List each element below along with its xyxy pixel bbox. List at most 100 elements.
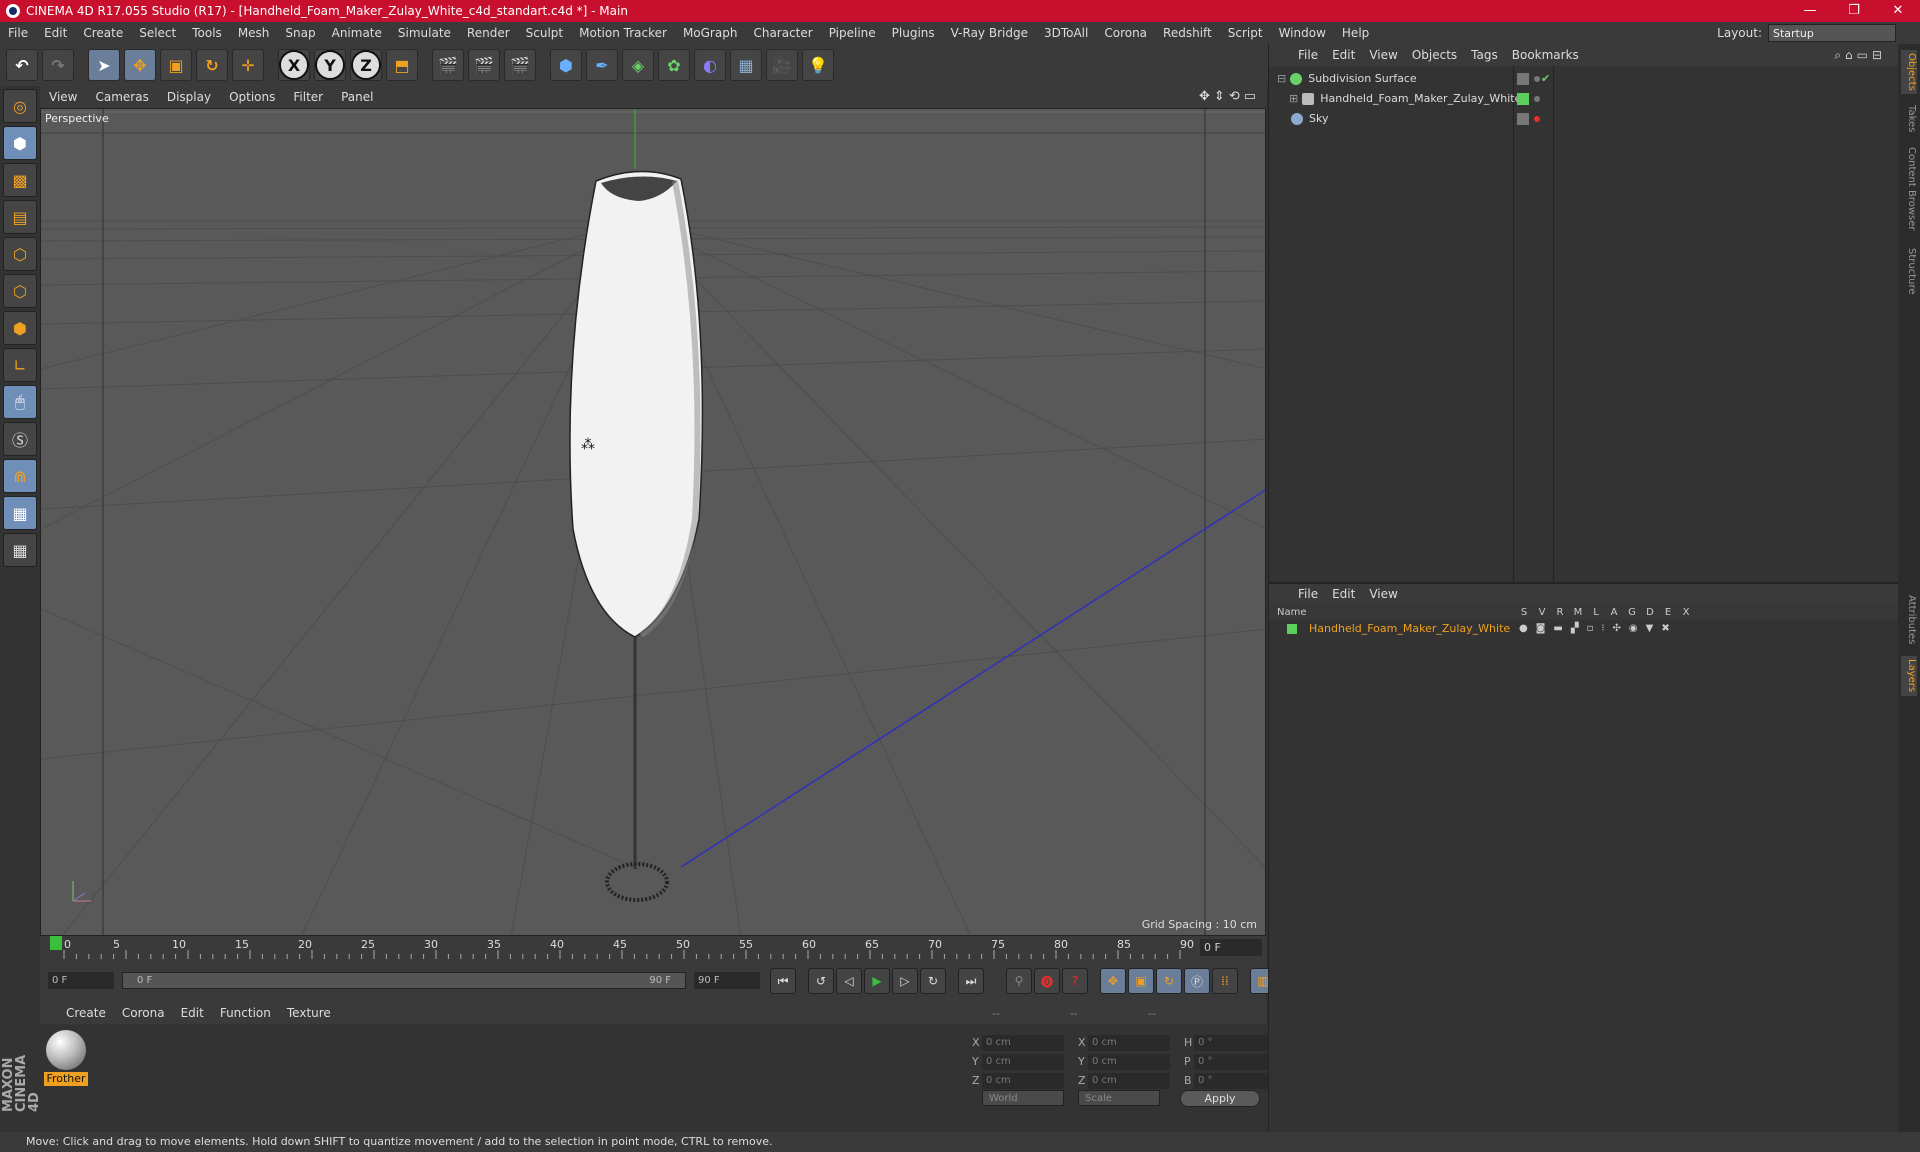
material-menu-edit[interactable]: Edit (173, 1006, 212, 1020)
size-x-field[interactable]: 0 cm (1088, 1034, 1170, 1051)
rotation-h-field[interactable]: 0 ° (1194, 1034, 1276, 1051)
layer-column-manager[interactable]: M (1569, 607, 1587, 618)
coordinate-space-select[interactable]: World (982, 1090, 1064, 1106)
point-level-animation-button[interactable]: ⁞⁞ (1212, 968, 1238, 994)
polygons-mode-button[interactable]: ⬢ (3, 311, 37, 345)
menu-mograph[interactable]: MoGraph (675, 22, 746, 44)
apply-button[interactable]: Apply (1180, 1090, 1260, 1107)
render-view-button[interactable]: 🎬 (432, 49, 464, 81)
go-to-end-button[interactable]: ⏭ (958, 968, 984, 994)
z-axis-button[interactable]: Z (350, 49, 382, 81)
menu-redshift[interactable]: Redshift (1155, 22, 1220, 44)
edit-render-settings-button[interactable]: 🎬 (504, 49, 536, 81)
object-menu-view[interactable]: View (1362, 48, 1404, 62)
menu-create[interactable]: Create (75, 22, 131, 44)
make-editable-button[interactable]: ◎ (3, 89, 37, 123)
rotation-b-field[interactable]: 0 ° (1194, 1072, 1276, 1089)
menu-sculpt[interactable]: Sculpt (518, 22, 571, 44)
magnet-button[interactable]: ⋒ (3, 459, 37, 493)
layer-color-swatch[interactable] (1287, 623, 1297, 634)
material-menu-texture[interactable]: Texture (279, 1006, 339, 1020)
live-selection-tool-button[interactable]: ➤ (88, 49, 120, 81)
editor-visibility-dot[interactable] (1534, 95, 1540, 102)
menu-simulate[interactable]: Simulate (390, 22, 459, 44)
layout-select[interactable]: Startup (1768, 24, 1896, 42)
planar-workplane-button[interactable]: ▦ (3, 533, 37, 567)
next-frame-button[interactable]: ▷ (892, 968, 918, 994)
cloner-button[interactable]: ✿ (658, 49, 690, 81)
menu-3dtoall[interactable]: 3DToAll (1036, 22, 1096, 44)
viewport-menu-view[interactable]: View (40, 90, 86, 104)
locked-workplane-button[interactable]: ▦ (3, 496, 37, 530)
layer-menu-edit[interactable]: Edit (1325, 587, 1362, 601)
axis-mode-button[interactable]: ∟ (3, 348, 37, 382)
menu-tools[interactable]: Tools (184, 22, 230, 44)
light-button[interactable]: 💡 (802, 49, 834, 81)
viewport-menu-display[interactable]: Display (158, 90, 220, 104)
tab-takes[interactable]: Takes (1901, 104, 1917, 134)
coordinate-system-button[interactable]: ⬒ (386, 49, 418, 81)
size-z-field[interactable]: 0 cm (1088, 1072, 1170, 1089)
timeline-ruler[interactable]: 0 5 10 15 20 25 30 35 40 45 50 55 60 65 … (40, 936, 1266, 960)
transform-tool-button[interactable]: ✛ (232, 49, 264, 81)
points-mode-button[interactable]: ⬡ (3, 237, 37, 271)
floor-button[interactable]: ▦ (730, 49, 762, 81)
material-menu-create[interactable]: Create (58, 1006, 114, 1020)
tree-expand-icon[interactable]: ⊞ (1289, 92, 1298, 105)
menu-window[interactable]: Window (1271, 22, 1334, 44)
model-mode-button[interactable]: ⬢ (3, 126, 37, 160)
minimize-button[interactable]: — (1788, 0, 1832, 22)
texture-mode-button[interactable]: ▩ (3, 163, 37, 197)
menu-edit[interactable]: Edit (36, 22, 75, 44)
frame-range-slider[interactable]: 0 F 90 F (122, 972, 686, 989)
viewport-menu-options[interactable]: Options (220, 90, 284, 104)
layer-column-animation[interactable]: A (1605, 607, 1623, 618)
viewport-menu-panel[interactable]: Panel (332, 90, 382, 104)
layer-row[interactable]: Handheld_Foam_Maker_Zulay_White ●◙▬▞▫⁝✣◉… (1269, 620, 1898, 637)
size-mode-select[interactable]: Scale (1078, 1090, 1160, 1106)
object-menu-objects[interactable]: Objects (1405, 48, 1464, 62)
pen-spline-button[interactable]: ✒ (586, 49, 618, 81)
menu-vray-bridge[interactable]: V-Ray Bridge (943, 22, 1036, 44)
layer-swatch[interactable] (1517, 112, 1529, 125)
tab-content-browser[interactable]: Content Browser (1901, 144, 1917, 234)
maximize-button[interactable]: ❐ (1832, 0, 1876, 22)
rotate-tool-button[interactable]: ↻ (196, 49, 228, 81)
scale-tool-button[interactable]: ▣ (160, 49, 192, 81)
y-axis-button[interactable]: Y (314, 49, 346, 81)
object-menu-tags[interactable]: Tags (1464, 48, 1505, 62)
current-frame-field[interactable]: 0 F (1200, 939, 1262, 956)
object-row-subdivision-surface[interactable]: ⊟ Subdivision Surface ✔ (1269, 69, 1899, 88)
workplane-mode-button[interactable]: ▤ (3, 200, 37, 234)
cube-button[interactable]: ⬢ (550, 49, 582, 81)
render-to-picture-viewer-button[interactable]: 🎬 (468, 49, 500, 81)
object-menu-edit[interactable]: Edit (1325, 48, 1362, 62)
rotation-p-field[interactable]: 0 ° (1194, 1053, 1276, 1070)
menu-render[interactable]: Render (459, 22, 518, 44)
object-manager-search-icons[interactable]: ⌕⌂▭⊟ (1834, 48, 1886, 63)
size-y-field[interactable]: 0 cm (1088, 1053, 1170, 1070)
layer-column-locked[interactable]: L (1587, 607, 1605, 618)
subdivision-surface-button[interactable]: ◈ (622, 49, 654, 81)
position-x-field[interactable]: 0 cm (982, 1034, 1064, 1051)
object-row-handheld-foam-maker[interactable]: ⊞ Handheld_Foam_Maker_Zulay_White (1269, 89, 1899, 108)
position-y-field[interactable]: 0 cm (982, 1053, 1064, 1070)
viewport-navigation-icons[interactable]: ✥⇕⟲▭ (1199, 89, 1260, 104)
object-menu-bookmarks[interactable]: Bookmarks (1505, 48, 1586, 62)
x-axis-button[interactable]: X (278, 49, 310, 81)
menu-mesh[interactable]: Mesh (230, 22, 278, 44)
deformer-button[interactable]: ◐ (694, 49, 726, 81)
tab-objects[interactable]: Objects (1901, 50, 1917, 94)
layer-column-generators[interactable]: G (1623, 607, 1641, 618)
menu-plugins[interactable]: Plugins (884, 22, 943, 44)
start-frame-field[interactable]: 0 F (48, 972, 114, 989)
keyframe-selection-button[interactable]: ? (1062, 968, 1088, 994)
layer-menu-view[interactable]: View (1362, 587, 1404, 601)
tab-attributes[interactable]: Attributes (1901, 590, 1917, 650)
layer-column-visible[interactable]: V (1533, 607, 1551, 618)
menu-select[interactable]: Select (131, 22, 184, 44)
layer-column-solo[interactable]: S (1515, 607, 1533, 618)
rotation-key-button[interactable]: ↻ (1156, 968, 1182, 994)
menu-character[interactable]: Character (745, 22, 820, 44)
perspective-viewport[interactable]: ⁂ Perspective Grid Spacing : 10 cm (40, 108, 1266, 936)
